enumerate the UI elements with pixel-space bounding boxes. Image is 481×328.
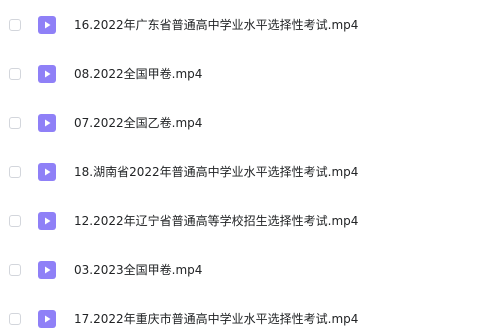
file-row[interactable]: 12.2022年辽宁省普通高等学校招生选择性考试.mp4 xyxy=(0,196,481,245)
file-name[interactable]: 16.2022年广东省普通高中学业水平选择性考试.mp4 xyxy=(74,16,358,33)
file-name[interactable]: 17.2022年重庆市普通高中学业水平选择性考试.mp4 xyxy=(74,310,358,327)
file-name[interactable]: 03.2023全国甲卷.mp4 xyxy=(74,261,202,278)
select-checkbox[interactable] xyxy=(9,312,21,325)
file-name[interactable]: 07.2022全国乙卷.mp4 xyxy=(74,114,202,131)
select-checkbox[interactable] xyxy=(9,67,21,80)
file-name[interactable]: 18.湖南省2022年普通高中学业水平选择性考试.mp4 xyxy=(74,163,358,180)
file-row[interactable]: 16.2022年广东省普通高中学业水平选择性考试.mp4 xyxy=(0,0,481,49)
video-file-icon xyxy=(38,113,56,132)
file-row[interactable]: 17.2022年重庆市普通高中学业水平选择性考试.mp4 xyxy=(0,294,481,328)
select-checkbox[interactable] xyxy=(9,18,21,31)
select-checkbox[interactable] xyxy=(9,165,21,178)
file-row[interactable]: 07.2022全国乙卷.mp4 xyxy=(0,98,481,147)
video-file-icon xyxy=(38,260,56,279)
file-row[interactable]: 18.湖南省2022年普通高中学业水平选择性考试.mp4 xyxy=(0,147,481,196)
select-checkbox[interactable] xyxy=(9,214,21,227)
video-file-icon xyxy=(38,64,56,83)
file-list: 16.2022年广东省普通高中学业水平选择性考试.mp4 08.2022全国甲卷… xyxy=(0,0,481,328)
select-checkbox[interactable] xyxy=(9,116,21,129)
video-file-icon xyxy=(38,162,56,181)
file-name[interactable]: 08.2022全国甲卷.mp4 xyxy=(74,65,202,82)
file-row[interactable]: 03.2023全国甲卷.mp4 xyxy=(0,245,481,294)
video-file-icon xyxy=(38,211,56,230)
select-checkbox[interactable] xyxy=(9,263,21,276)
file-row[interactable]: 08.2022全国甲卷.mp4 xyxy=(0,49,481,98)
video-file-icon xyxy=(38,15,56,34)
video-file-icon xyxy=(38,309,56,328)
file-name[interactable]: 12.2022年辽宁省普通高等学校招生选择性考试.mp4 xyxy=(74,212,358,229)
